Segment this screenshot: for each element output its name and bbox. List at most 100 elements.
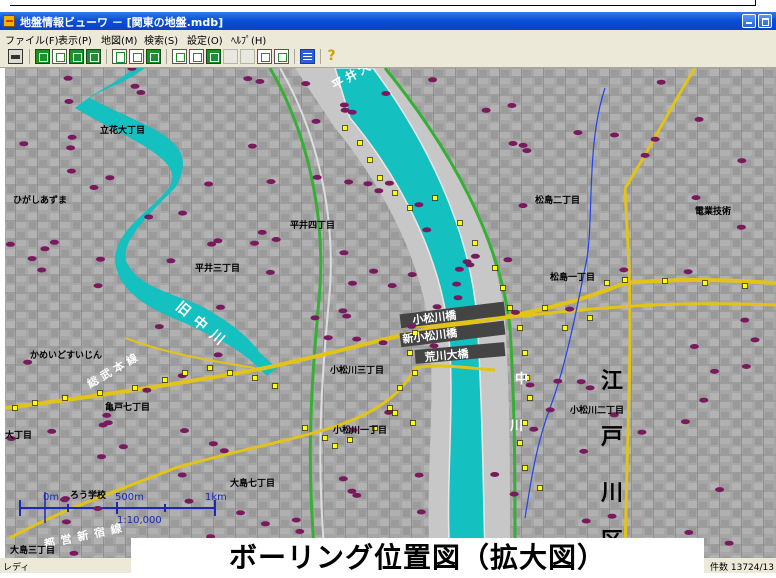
boring-marker[interactable]	[470, 253, 480, 259]
column4-icon[interactable]	[274, 49, 289, 64]
boring-marker[interactable]	[352, 492, 362, 498]
survey-point[interactable]	[662, 278, 668, 284]
boring-marker[interactable]	[178, 210, 188, 216]
boring-marker[interactable]	[154, 324, 164, 330]
boring-marker[interactable]	[352, 336, 362, 342]
menu-search[interactable]: 検索(S)	[144, 32, 178, 47]
menu-view[interactable]: 表示(P)	[58, 32, 92, 47]
boring-marker[interactable]	[105, 175, 115, 181]
boring-marker[interactable]	[49, 239, 59, 245]
boring-marker[interactable]	[481, 107, 491, 113]
boring-marker[interactable]	[576, 379, 586, 385]
zoom-area-icon[interactable]	[69, 49, 84, 64]
survey-point[interactable]	[377, 175, 383, 181]
boring-marker[interactable]	[699, 397, 709, 403]
boring-marker[interactable]	[422, 227, 432, 233]
survey-point[interactable]	[562, 325, 568, 331]
survey-point[interactable]	[162, 377, 168, 383]
boring-marker[interactable]	[166, 258, 176, 264]
boring-marker[interactable]	[737, 158, 747, 164]
boring-marker[interactable]	[67, 134, 77, 140]
boring-marker[interactable]	[684, 530, 694, 535]
boring-marker[interactable]	[683, 269, 693, 275]
survey-point[interactable]	[522, 420, 528, 426]
boring-marker[interactable]	[452, 281, 462, 287]
survey-point[interactable]	[97, 390, 103, 396]
boring-marker[interactable]	[585, 385, 595, 391]
boring-marker[interactable]	[250, 240, 259, 246]
survey-point[interactable]	[182, 370, 188, 376]
boring-marker[interactable]	[553, 378, 563, 384]
survey-point[interactable]	[622, 277, 628, 283]
survey-point[interactable]	[367, 157, 373, 163]
survey-point[interactable]	[392, 410, 398, 416]
survey-point[interactable]	[432, 195, 438, 201]
survey-point[interactable]	[492, 265, 498, 271]
survey-point[interactable]	[62, 395, 68, 401]
survey-point[interactable]	[702, 280, 708, 286]
boring-marker[interactable]	[579, 448, 589, 454]
survey-point[interactable]	[342, 125, 348, 131]
boring-marker[interactable]	[508, 141, 518, 146]
survey-point[interactable]	[132, 385, 138, 391]
boring-marker[interactable]	[213, 238, 223, 244]
boring-marker[interactable]	[522, 148, 532, 154]
survey-point[interactable]	[397, 385, 403, 391]
boring-marker[interactable]	[144, 214, 154, 220]
boring-marker[interactable]	[19, 141, 29, 147]
boring-marker[interactable]	[69, 550, 79, 556]
survey-point[interactable]	[500, 285, 506, 291]
survey-point[interactable]	[412, 370, 418, 376]
boring-marker[interactable]	[64, 99, 74, 104]
survey-point[interactable]	[387, 405, 393, 411]
boring-marker[interactable]	[741, 364, 751, 369]
boring-marker[interactable]	[656, 79, 666, 85]
menu-file[interactable]: ファイル(F)	[5, 32, 59, 47]
boring-marker[interactable]	[61, 519, 71, 525]
table-icon[interactable]	[300, 49, 315, 64]
boring-marker[interactable]	[40, 246, 50, 252]
boring-marker[interactable]	[93, 506, 103, 511]
survey-point[interactable]	[322, 435, 328, 441]
layer-icon[interactable]	[112, 49, 127, 64]
boring-marker[interactable]	[429, 343, 439, 349]
boring-marker[interactable]	[271, 237, 281, 242]
boring-marker[interactable]	[27, 256, 37, 262]
column2-icon[interactable]	[240, 49, 255, 64]
boring-marker[interactable]	[518, 203, 528, 209]
boring-marker[interactable]	[219, 448, 229, 454]
boring-marker[interactable]	[581, 518, 591, 524]
survey-point[interactable]	[392, 190, 398, 196]
boring-marker[interactable]	[103, 420, 113, 426]
survey-point[interactable]	[407, 350, 413, 356]
map-icon[interactable]	[129, 49, 144, 64]
pan-icon[interactable]	[86, 49, 101, 64]
boring-marker[interactable]	[414, 202, 424, 208]
boring-marker[interactable]	[89, 185, 99, 190]
boring-marker[interactable]	[342, 313, 352, 319]
survey-point[interactable]	[357, 140, 363, 146]
boring-marker[interactable]	[518, 142, 528, 148]
minimize-button[interactable]	[742, 14, 756, 28]
boring-marker[interactable]	[93, 283, 103, 289]
survey-point[interactable]	[332, 443, 338, 449]
boring-marker[interactable]	[312, 174, 322, 180]
boring-marker[interactable]	[689, 344, 699, 349]
boring-marker[interactable]	[740, 317, 750, 323]
menu-map[interactable]: 地図(M)	[101, 32, 137, 47]
boring-marker[interactable]	[311, 118, 321, 124]
boring-marker[interactable]	[454, 266, 464, 272]
boring-marker[interactable]	[243, 76, 253, 82]
boring-marker[interactable]	[5, 241, 15, 247]
boring-marker[interactable]	[545, 407, 555, 413]
boring-marker[interactable]	[339, 250, 349, 256]
boring-marker[interactable]	[387, 283, 397, 289]
boring-marker[interactable]	[177, 472, 187, 478]
boring-marker[interactable]	[680, 419, 690, 425]
survey-point[interactable]	[272, 383, 278, 389]
survey-point[interactable]	[742, 283, 748, 289]
survey-point[interactable]	[252, 375, 258, 381]
boring-marker[interactable]	[97, 454, 106, 460]
survey-point[interactable]	[587, 315, 593, 321]
help-icon[interactable]: ?	[324, 49, 339, 64]
